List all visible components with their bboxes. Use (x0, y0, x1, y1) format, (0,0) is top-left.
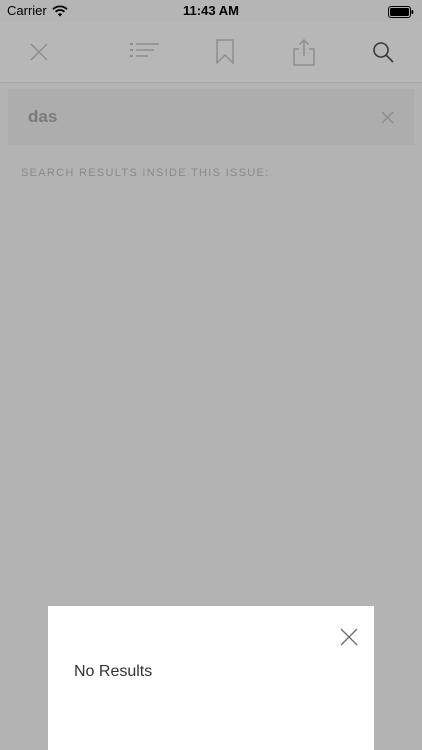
share-button[interactable] (292, 37, 316, 67)
status-time: 11:43 AM (183, 3, 239, 18)
search-icon (373, 42, 394, 63)
close-button[interactable] (27, 40, 51, 64)
search-bar[interactable]: das (8, 89, 414, 145)
list-icon (130, 43, 159, 57)
no-results-dialog: No Results (48, 606, 374, 750)
reader-toolbar (0, 22, 422, 83)
close-icon (30, 43, 48, 61)
no-results-message: No Results (74, 663, 153, 680)
bookmark-button[interactable] (215, 38, 239, 66)
battery-icon (388, 5, 414, 23)
search-results-heading: SEARCH RESULTS INSIDE THIS ISSUE: (21, 167, 270, 179)
bookmark-icon (216, 39, 234, 65)
share-icon (293, 38, 315, 66)
search-button[interactable] (371, 40, 395, 64)
clear-search-button[interactable] (381, 111, 394, 124)
search-input[interactable]: das (28, 107, 57, 127)
status-bar: Carrier 11:43 AM (0, 0, 422, 22)
table-of-contents-button[interactable] (129, 40, 161, 64)
close-icon (381, 111, 394, 124)
close-icon (340, 628, 358, 646)
dialog-close-button[interactable] (340, 628, 358, 646)
